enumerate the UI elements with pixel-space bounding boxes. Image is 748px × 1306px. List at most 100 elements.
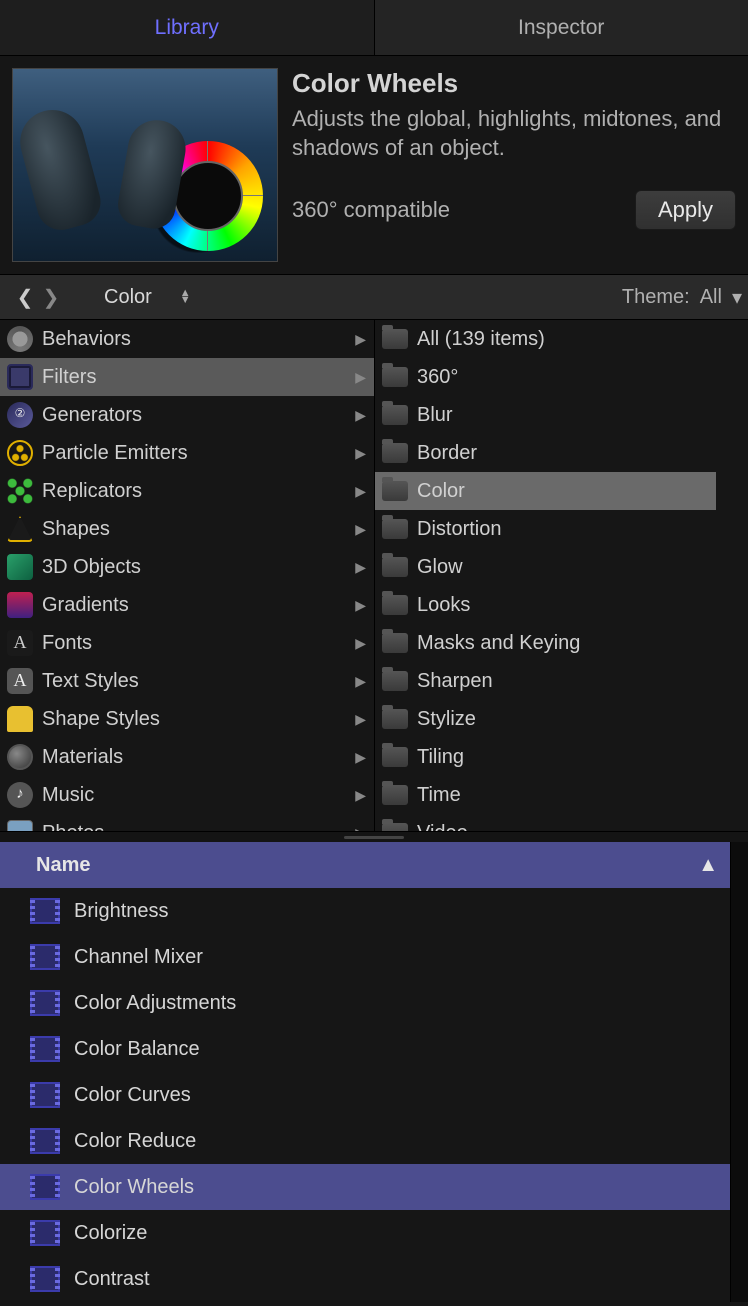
chevron-right-icon: ▶ [355, 369, 368, 386]
subcategory-row[interactable]: Looks [375, 586, 716, 624]
shape-icon [6, 515, 34, 543]
list-item[interactable]: Color Balance [0, 1026, 730, 1072]
category-row[interactable]: Particle Emitters▶ [0, 434, 374, 472]
filter-item-icon [30, 1220, 60, 1246]
film-icon [6, 363, 34, 391]
category-label: 3D Objects [42, 556, 347, 579]
subcategory-label: Distortion [417, 518, 710, 541]
subcategory-row[interactable]: Stylize [375, 700, 716, 738]
grad-icon [6, 591, 34, 619]
list-item[interactable]: Color Adjustments [0, 980, 730, 1026]
category-label: Materials [42, 746, 347, 769]
mat-icon [6, 743, 34, 771]
list-item-label: Color Adjustments [74, 992, 236, 1015]
subcategory-column: All (139 items)360°BlurBorder Color Distor… [375, 320, 748, 831]
path-stepper-icon[interactable]: ▲▼ [180, 290, 191, 304]
subcategory-row[interactable]: Blur [375, 396, 716, 434]
category-label: Behaviors [42, 328, 347, 351]
category-label: Gradients [42, 594, 347, 617]
category-row[interactable]: Materials ▶ [0, 738, 374, 776]
nav-back-button[interactable]: ❮ [12, 285, 38, 310]
list-item-label: Brightness [74, 900, 169, 923]
list-item-label: Color Balance [74, 1038, 200, 1061]
folder-icon [381, 401, 409, 429]
gen-icon: ② [6, 401, 34, 429]
category-row[interactable]: 3D Objects▶ [0, 548, 374, 586]
folder-icon [381, 515, 409, 543]
subcategory-row[interactable]: Video [375, 814, 716, 831]
nav-forward-button[interactable]: ❯ [38, 285, 64, 310]
subcategory-row[interactable]: Time [375, 776, 716, 814]
list-item[interactable]: Channel Mixer [0, 934, 730, 980]
category-row[interactable]: Shape Styles ▶ [0, 700, 374, 738]
filter-item-icon [30, 1174, 60, 1200]
category-row[interactable]: ♪Music▶ [0, 776, 374, 814]
font2-icon: A [6, 667, 34, 695]
split-drag-handle[interactable] [0, 832, 748, 842]
chevron-right-icon: ▶ [355, 711, 368, 728]
category-row[interactable]: Filters▶ [0, 358, 374, 396]
apply-button[interactable]: Apply [635, 190, 736, 230]
category-label: Text Styles [42, 670, 347, 693]
subcategory-row[interactable]: Masks and Keying [375, 624, 716, 662]
subcategory-row[interactable]: Sharpen [375, 662, 716, 700]
category-label: Generators [42, 404, 347, 427]
music-icon: ♪ [6, 781, 34, 809]
category-row[interactable]: Behaviors▶ [0, 320, 374, 358]
category-row[interactable]: Photos▶ [0, 814, 374, 831]
category-row[interactable]: ② Generators ▶ [0, 396, 374, 434]
subcategory-row[interactable]: All (139 items) [375, 320, 716, 358]
folder-icon [381, 439, 409, 467]
folder-icon [381, 781, 409, 809]
folder-icon [381, 477, 409, 505]
tab-library-label: Library [155, 16, 219, 40]
tab-inspector[interactable]: Inspector [374, 0, 748, 55]
chevron-right-icon: ▶ [355, 749, 368, 766]
chevron-right-icon: ▶ [355, 407, 368, 424]
folder-icon [381, 629, 409, 657]
category-row[interactable]: Shapes▶ [0, 510, 374, 548]
category-row[interactable]: AFonts▶ [0, 624, 374, 662]
chevron-right-icon: ▶ [355, 787, 368, 804]
subcategory-row[interactable]: 360° [375, 358, 716, 396]
subcategory-row[interactable]: Border [375, 434, 716, 472]
font-icon: A [6, 629, 34, 657]
top-tabs: Library Inspector [0, 0, 748, 56]
subcategory-label: Tiling [417, 746, 710, 769]
category-row[interactable]: Gradients▶ [0, 586, 374, 624]
list-item[interactable]: Brightness [0, 888, 730, 934]
filter-item-icon [30, 1266, 60, 1292]
theme-dropdown[interactable]: Theme: All ▾ [622, 285, 742, 310]
category-label: Shapes [42, 518, 347, 541]
subcategory-row[interactable]: Distortion [375, 510, 716, 548]
subcategory-label: Color [417, 480, 710, 503]
list-item[interactable]: Colorize [0, 1210, 730, 1256]
list-item[interactable]: Color Reduce [0, 1118, 730, 1164]
preview-description: Adjusts the global, highlights, midtones… [292, 105, 736, 162]
list-item[interactable]: Color Curves [0, 1072, 730, 1118]
tab-library[interactable]: Library [0, 0, 374, 55]
list-header-name[interactable]: Name ▲ [0, 842, 730, 888]
preview-panel: Color Wheels Adjusts the global, highlig… [0, 56, 748, 274]
subcategory-row[interactable]: Glow [375, 548, 716, 586]
path-current[interactable]: Color [104, 286, 152, 309]
subcategory-row[interactable]: Color [375, 472, 716, 510]
category-browser: Behaviors▶Filters▶②Generators▶Particle E… [0, 320, 748, 832]
emit-icon [6, 439, 34, 467]
subcategory-label: Video [417, 822, 710, 832]
photo-icon [6, 819, 34, 831]
category-label: Shape Styles [42, 708, 347, 731]
folder-icon [381, 325, 409, 353]
list-item[interactable]: Contrast [0, 1256, 730, 1302]
vertical-scrollbar[interactable] [730, 842, 748, 1302]
folder-icon [381, 363, 409, 391]
list-item-label: Color Curves [74, 1084, 191, 1107]
list-item[interactable]: Color Wheels [0, 1164, 730, 1210]
category-row[interactable]: AText Styles▶ [0, 662, 374, 700]
filter-item-icon [30, 944, 60, 970]
subcategory-label: Sharpen [417, 670, 710, 693]
list-item-label: Colorize [74, 1222, 147, 1245]
chevron-down-icon: ▾ [732, 285, 742, 310]
subcategory-row[interactable]: Tiling [375, 738, 716, 776]
category-row[interactable]: Replicators▶ [0, 472, 374, 510]
